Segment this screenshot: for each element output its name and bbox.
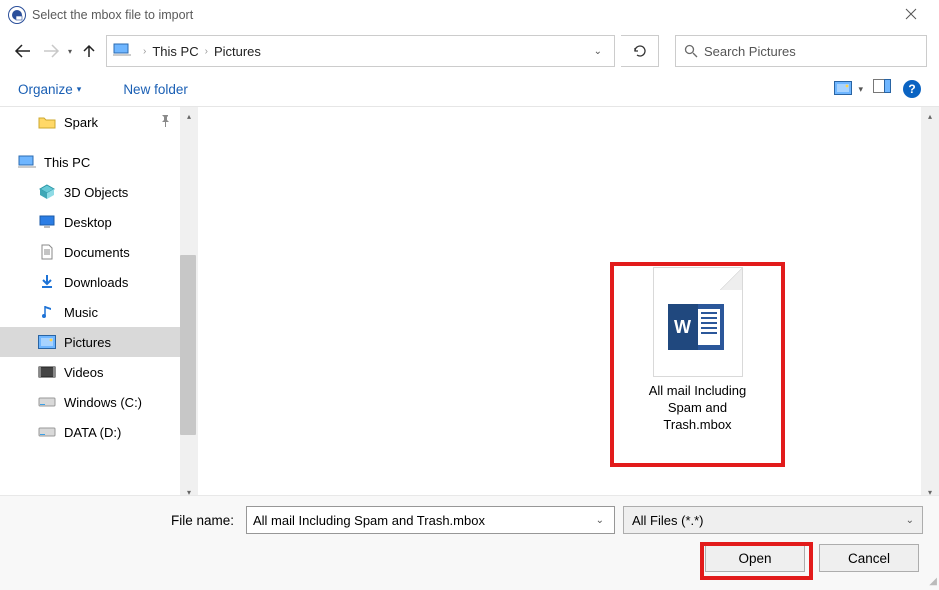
- tree-label: Desktop: [64, 215, 112, 230]
- up-button[interactable]: [78, 40, 100, 62]
- tree-item-documents[interactable]: Documents: [0, 237, 180, 267]
- new-folder-button[interactable]: New folder: [123, 82, 188, 97]
- tree-label: Videos: [64, 365, 104, 380]
- forward-button[interactable]: [40, 40, 62, 62]
- tree-label: Music: [64, 305, 98, 320]
- filename-combobox[interactable]: ⌄: [246, 506, 615, 534]
- video-icon: [38, 364, 56, 380]
- music-icon: [38, 304, 56, 320]
- search-box[interactable]: [675, 35, 927, 67]
- scroll-up-icon[interactable]: ▴: [921, 107, 939, 125]
- tree-item-drive-d[interactable]: DATA (D:): [0, 417, 180, 447]
- toolbar: Organize ▾ New folder ▾ ?: [0, 72, 939, 106]
- filetype-label: All Files (*.*): [632, 513, 704, 528]
- breadcrumb-item[interactable]: This PC: [152, 44, 198, 59]
- filetype-dropdown[interactable]: All Files (*.*) ⌄: [623, 506, 923, 534]
- recent-locations-dropdown[interactable]: ▾: [68, 47, 72, 56]
- tree-item-videos[interactable]: Videos: [0, 357, 180, 387]
- bottom-panel: File name: ⌄ All Files (*.*) ⌄ Open Canc…: [0, 495, 939, 590]
- pictures-icon: [38, 334, 56, 350]
- tree-item-music[interactable]: Music: [0, 297, 180, 327]
- refresh-button[interactable]: [621, 35, 659, 67]
- drive-icon: [38, 394, 56, 410]
- filename-label: File name:: [16, 513, 238, 528]
- content-scrollbar[interactable]: ▴ ▾: [921, 107, 939, 501]
- search-input[interactable]: [704, 44, 918, 59]
- search-icon: [684, 44, 698, 58]
- chevron-down-icon[interactable]: ⌄: [592, 515, 608, 526]
- chevron-down-icon: ⌄: [906, 515, 914, 526]
- tree-item-desktop[interactable]: Desktop: [0, 207, 180, 237]
- pin-icon: [160, 115, 170, 130]
- back-button[interactable]: [12, 40, 34, 62]
- tree-item-pictures[interactable]: Pictures: [0, 327, 180, 357]
- folder-icon: [38, 114, 56, 130]
- navigation-bar: ▾ › This PC › Pictures ⌄: [0, 30, 939, 72]
- sidebar-scrollbar[interactable]: ▴ ▾: [180, 107, 198, 501]
- navigation-tree: Spark This PC 3D Objects Desktop Documen…: [0, 107, 180, 501]
- cube-icon: [38, 184, 56, 200]
- scrollbar-thumb[interactable]: [180, 255, 196, 435]
- file-icon: W: [653, 267, 743, 377]
- preview-pane-button[interactable]: [873, 79, 893, 100]
- breadcrumb-dropdown[interactable]: ⌄: [588, 46, 608, 57]
- main-area: Spark This PC 3D Objects Desktop Documen…: [0, 106, 939, 501]
- breadcrumb-item[interactable]: Pictures: [214, 44, 261, 59]
- document-icon: [38, 244, 56, 260]
- tree-item-downloads[interactable]: Downloads: [0, 267, 180, 297]
- organize-menu[interactable]: Organize ▾: [18, 82, 81, 97]
- tree-label: Downloads: [64, 275, 128, 290]
- file-item[interactable]: W All mail Including Spam and Trash.mbox: [620, 267, 775, 434]
- tree-label: Windows (C:): [64, 395, 142, 410]
- tree-label: Documents: [64, 245, 130, 260]
- tree-item-this-pc[interactable]: This PC: [0, 147, 180, 177]
- desktop-icon: [38, 214, 56, 230]
- file-list[interactable]: W All mail Including Spam and Trash.mbox: [198, 107, 921, 501]
- tree-item-drive-c[interactable]: Windows (C:): [0, 387, 180, 417]
- app-icon: [8, 6, 26, 24]
- view-mode-button[interactable]: ▾: [834, 81, 863, 97]
- close-button[interactable]: [891, 7, 931, 23]
- scroll-up-icon[interactable]: ▴: [180, 107, 198, 125]
- tree-label: Spark: [64, 115, 98, 130]
- download-icon: [38, 274, 56, 290]
- chevron-right-icon: ›: [143, 46, 146, 57]
- pc-icon: [18, 154, 36, 170]
- pc-icon: [113, 43, 131, 60]
- file-label: All mail Including Spam and Trash.mbox: [649, 383, 747, 434]
- window-title: Select the mbox file to import: [32, 8, 891, 22]
- tree-label: Pictures: [64, 335, 111, 350]
- chevron-right-icon: ›: [205, 46, 208, 57]
- open-button[interactable]: Open: [705, 544, 805, 572]
- breadcrumb[interactable]: › This PC › Pictures ⌄: [106, 35, 615, 67]
- cancel-button[interactable]: Cancel: [819, 544, 919, 572]
- tree-label: This PC: [44, 155, 90, 170]
- tree-label: DATA (D:): [64, 425, 121, 440]
- resize-grip[interactable]: ◢: [925, 576, 937, 588]
- tree-item-3d-objects[interactable]: 3D Objects: [0, 177, 180, 207]
- organize-label: Organize: [18, 82, 73, 97]
- help-button[interactable]: ?: [903, 80, 921, 98]
- filename-input[interactable]: [253, 513, 592, 528]
- titlebar: Select the mbox file to import: [0, 0, 939, 30]
- tree-label: 3D Objects: [64, 185, 128, 200]
- drive-icon: [38, 424, 56, 440]
- tree-item-spark[interactable]: Spark: [0, 107, 180, 137]
